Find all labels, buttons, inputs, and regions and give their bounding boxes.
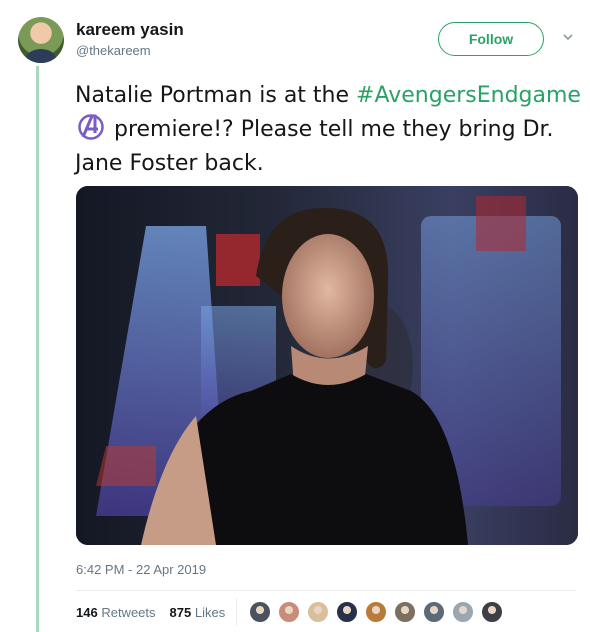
- liker-avatar-2[interactable]: [277, 600, 301, 624]
- stats-divider: [236, 598, 237, 626]
- follow-button[interactable]: Follow: [438, 22, 544, 56]
- liker-avatar-5[interactable]: [364, 600, 388, 624]
- liker-avatar-3[interactable]: [306, 600, 330, 624]
- chevron-down-icon[interactable]: [562, 31, 574, 43]
- retweets-count: 146: [76, 605, 98, 620]
- author-handle[interactable]: @thekareem: [76, 43, 151, 58]
- hashtag-link[interactable]: #AvengersEndgame: [356, 83, 581, 108]
- liker-avatar-9[interactable]: [480, 600, 504, 624]
- tweet-photo[interactable]: [76, 186, 578, 545]
- likes-count: 875: [169, 605, 192, 620]
- tweet-stats: 146 Retweets 875 Likes: [76, 605, 225, 620]
- liker-avatar-4[interactable]: [335, 600, 359, 624]
- liker-avatar-8[interactable]: [451, 600, 475, 624]
- avengers-logo-icon: [77, 113, 105, 141]
- tweet-timestamp[interactable]: 6:42 PM - 22 Apr 2019: [76, 562, 206, 577]
- tweet-text-after: premiere!? Please tell me they bring Dr.…: [75, 117, 554, 176]
- liker-avatar-7[interactable]: [422, 600, 446, 624]
- retweets-label: Retweets: [101, 605, 156, 620]
- liker-avatar-6[interactable]: [393, 600, 417, 624]
- tweet-text: Natalie Portman is at the #AvengersEndga…: [75, 79, 585, 181]
- liker-avatars: [248, 600, 509, 624]
- likes-stat[interactable]: 875 Likes: [170, 605, 226, 620]
- tweet-text-before: Natalie Portman is at the: [75, 83, 357, 108]
- likes-label: Likes: [194, 605, 226, 620]
- retweets-stat[interactable]: 146 Retweets: [76, 605, 156, 620]
- liker-avatar-1[interactable]: [248, 600, 272, 624]
- author-avatar[interactable]: [18, 17, 64, 63]
- author-name[interactable]: kareem yasin: [76, 20, 184, 40]
- thread-line: [36, 66, 39, 632]
- divider: [76, 590, 576, 591]
